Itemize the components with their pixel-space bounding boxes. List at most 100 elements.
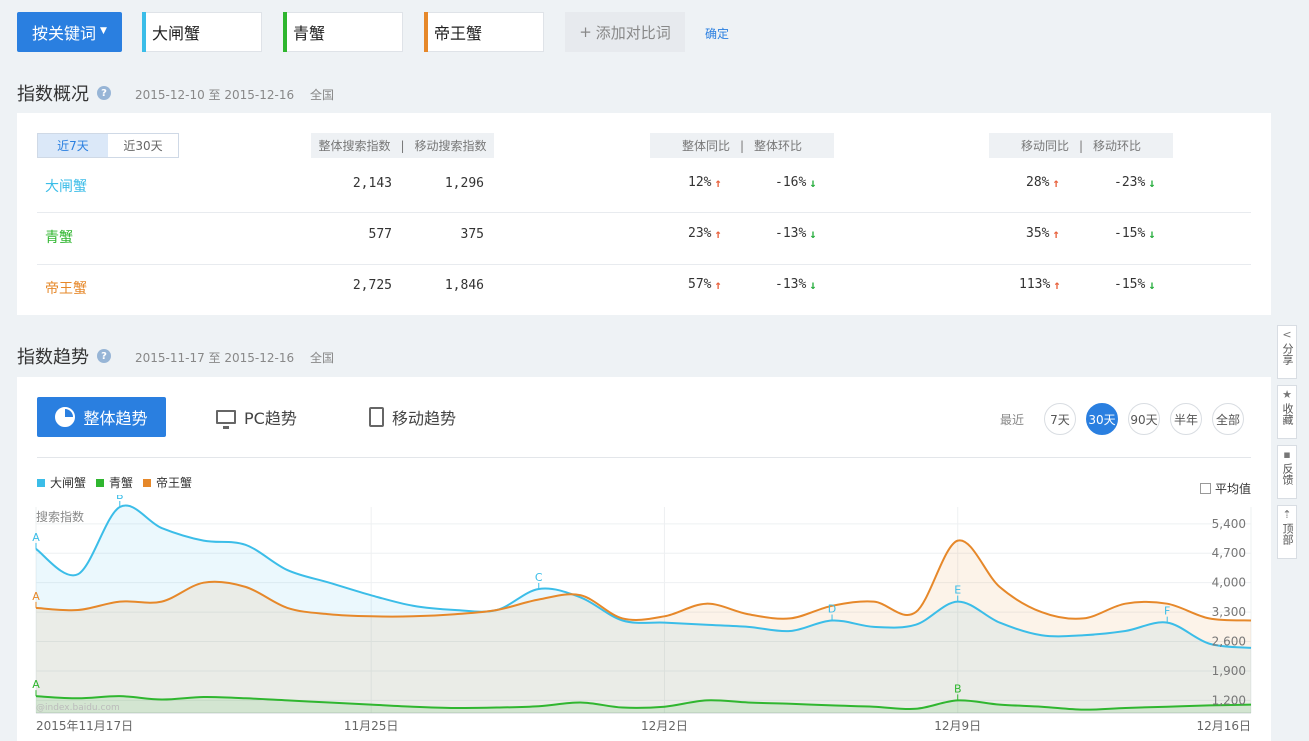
overall-mom-value: -13%: [775, 277, 807, 292]
overall-yoy-cell: 57% ↑: [688, 277, 722, 292]
header-mobile-mom: 移动环比: [1093, 139, 1142, 153]
y-axis-label: 搜索指数: [36, 509, 84, 524]
trend-section-title: 指数趋势 ?: [17, 343, 111, 369]
confirm-link[interactable]: 确定: [705, 25, 729, 42]
row-divider: [37, 264, 1251, 265]
keyword-input-2[interactable]: 青蟹: [283, 12, 403, 52]
legend-swatch: [96, 478, 105, 487]
mobile-mom-cell: -15% ↓: [1114, 226, 1156, 241]
overall-mom-value: -16%: [775, 175, 807, 190]
trend-title: 指数趋势: [17, 347, 89, 368]
share-button[interactable]: < 分享: [1277, 325, 1297, 379]
y-tick-label: 3,300: [1212, 605, 1246, 619]
favorite-label: 收藏: [1281, 403, 1294, 425]
y-tick-label: 4,700: [1212, 546, 1246, 560]
trend-date-range: 2015-11-17 至 2015-12-16: [135, 351, 295, 365]
mobile-mom-cell: -15% ↓: [1114, 277, 1156, 292]
overall-search-value: 2,143: [352, 176, 392, 191]
period-30d-button[interactable]: 近30天: [108, 134, 178, 157]
event-marker-label: D: [828, 603, 836, 616]
x-tick-label: 12月16日: [1196, 719, 1251, 733]
arrow-down-icon: ↓: [1148, 175, 1156, 190]
add-compare-label: 添加对比词: [595, 23, 671, 42]
range-7d-button[interactable]: 7天: [1044, 403, 1076, 435]
header-mobile-yoy: 移动同比: [1020, 139, 1069, 153]
row-keyword-name[interactable]: 大闸蟹: [45, 176, 87, 196]
overall-mom-cell: -16% ↓: [775, 175, 817, 190]
header-overall-yoy: 整体同比: [681, 139, 730, 153]
event-marker-label: B: [954, 682, 962, 695]
range-all-button[interactable]: 全部: [1212, 403, 1244, 435]
arrow-up-icon: ↑: [714, 277, 722, 292]
back-to-top-button[interactable]: ⇡ 顶部: [1277, 505, 1297, 559]
tab-pc-trend[interactable]: PC趋势: [216, 405, 297, 429]
keyword-mode-button[interactable]: 按关键词 ▼: [17, 12, 122, 52]
trend-chart[interactable]: 搜索指数 A B C D E F A A B 1,200 1,900 2,600 3,300 4,000…: [0, 495, 1270, 741]
overall-mom-cell: -13% ↓: [775, 226, 817, 241]
event-marker-label: A: [32, 678, 40, 691]
comment-icon: ▪: [1283, 448, 1291, 461]
row-keyword-name[interactable]: 青蟹: [45, 227, 73, 247]
chart-legend: 大闸蟹 青蟹 帝王蟹: [37, 474, 192, 491]
tab-mobile-trend[interactable]: 移动趋势: [369, 405, 456, 429]
monitor-icon: [216, 410, 236, 429]
legend-swatch: [143, 478, 152, 487]
period-7d-button[interactable]: 近7天: [38, 134, 108, 157]
overview-section-title: 指数概况 ?: [17, 80, 111, 106]
y-tick-label: 1,200: [1212, 693, 1246, 707]
range-halfyear-button[interactable]: 半年: [1170, 403, 1202, 435]
y-tick-label: 4,000: [1212, 576, 1246, 590]
legend-item[interactable]: 大闸蟹: [37, 474, 86, 491]
mobile-mom-cell: -23% ↓: [1114, 175, 1156, 190]
arrow-up-icon: ↑: [714, 226, 722, 241]
arrow-down-icon: ↓: [1148, 226, 1156, 241]
add-compare-word-button[interactable]: + 添加对比词: [565, 12, 685, 52]
mobile-search-value: 1,846: [444, 278, 484, 293]
mobile-yoy-cell: 113% ↑: [1019, 277, 1061, 292]
overall-yoy-value: 12%: [688, 175, 712, 190]
mobile-yoy-cell: 28% ↑: [1026, 175, 1060, 190]
feedback-button[interactable]: ▪ 反馈: [1277, 445, 1297, 499]
arrow-down-icon: ↓: [809, 277, 817, 292]
trend-region: 全国: [309, 351, 334, 365]
search-index-header: 整体搜索指数 | 移动搜索指数: [311, 133, 494, 158]
mobile-yoy-value: 113%: [1019, 277, 1051, 292]
arrow-down-icon: ↓: [1148, 277, 1156, 292]
legend-item[interactable]: 帝王蟹: [143, 474, 192, 491]
mobile-search-value: 375: [460, 227, 484, 242]
tab-pc-label: PC趋势: [244, 409, 297, 428]
keyword-input-1[interactable]: 大闸蟹: [142, 12, 262, 52]
period-toggle: 近7天 近30天: [37, 133, 179, 158]
row-divider: [37, 212, 1251, 213]
x-tick-label: 2015年11月17日: [36, 719, 133, 733]
share-icon: <: [1282, 328, 1292, 341]
arrow-down-icon: ↓: [809, 226, 817, 241]
average-checkbox[interactable]: [1200, 483, 1211, 494]
legend-item[interactable]: 青蟹: [96, 474, 133, 491]
event-marker-label: C: [535, 571, 543, 584]
favorite-button[interactable]: ★ 收藏: [1277, 385, 1297, 439]
tab-overall-trend[interactable]: 整体趋势: [37, 397, 166, 437]
help-icon[interactable]: ?: [97, 349, 111, 363]
mobile-mom-value: -15%: [1114, 277, 1146, 292]
arrow-down-icon: ↓: [809, 175, 817, 190]
arrow-up-icon: ↑: [1052, 226, 1060, 241]
y-tick-label: 2,600: [1212, 635, 1246, 649]
range-30d-button[interactable]: 30天: [1086, 403, 1118, 435]
overall-mom-cell: -13% ↓: [775, 277, 817, 292]
legend-swatch: [37, 478, 45, 487]
feedback-label: 反馈: [1281, 463, 1294, 485]
overview-date-range: 2015-12-10 至 2015-12-16: [135, 88, 295, 102]
help-icon[interactable]: ?: [97, 86, 111, 100]
y-tick-label: 5,400: [1212, 517, 1246, 531]
keyword-input-3[interactable]: 帝王蟹: [424, 12, 544, 52]
keyword-input-1-text: 大闸蟹: [152, 24, 201, 43]
arrow-up-icon: ↑: [1052, 175, 1060, 190]
keyword-input-3-text: 帝王蟹: [434, 24, 483, 43]
event-marker-label: F: [1164, 605, 1170, 618]
row-keyword-name[interactable]: 帝王蟹: [45, 278, 87, 298]
tab-overall-label: 整体趋势: [83, 409, 148, 428]
range-90d-button[interactable]: 90天: [1128, 403, 1160, 435]
overview-meta: 2015-12-10 至 2015-12-16 全国: [135, 86, 334, 103]
overall-yoy-value: 57%: [688, 277, 712, 292]
